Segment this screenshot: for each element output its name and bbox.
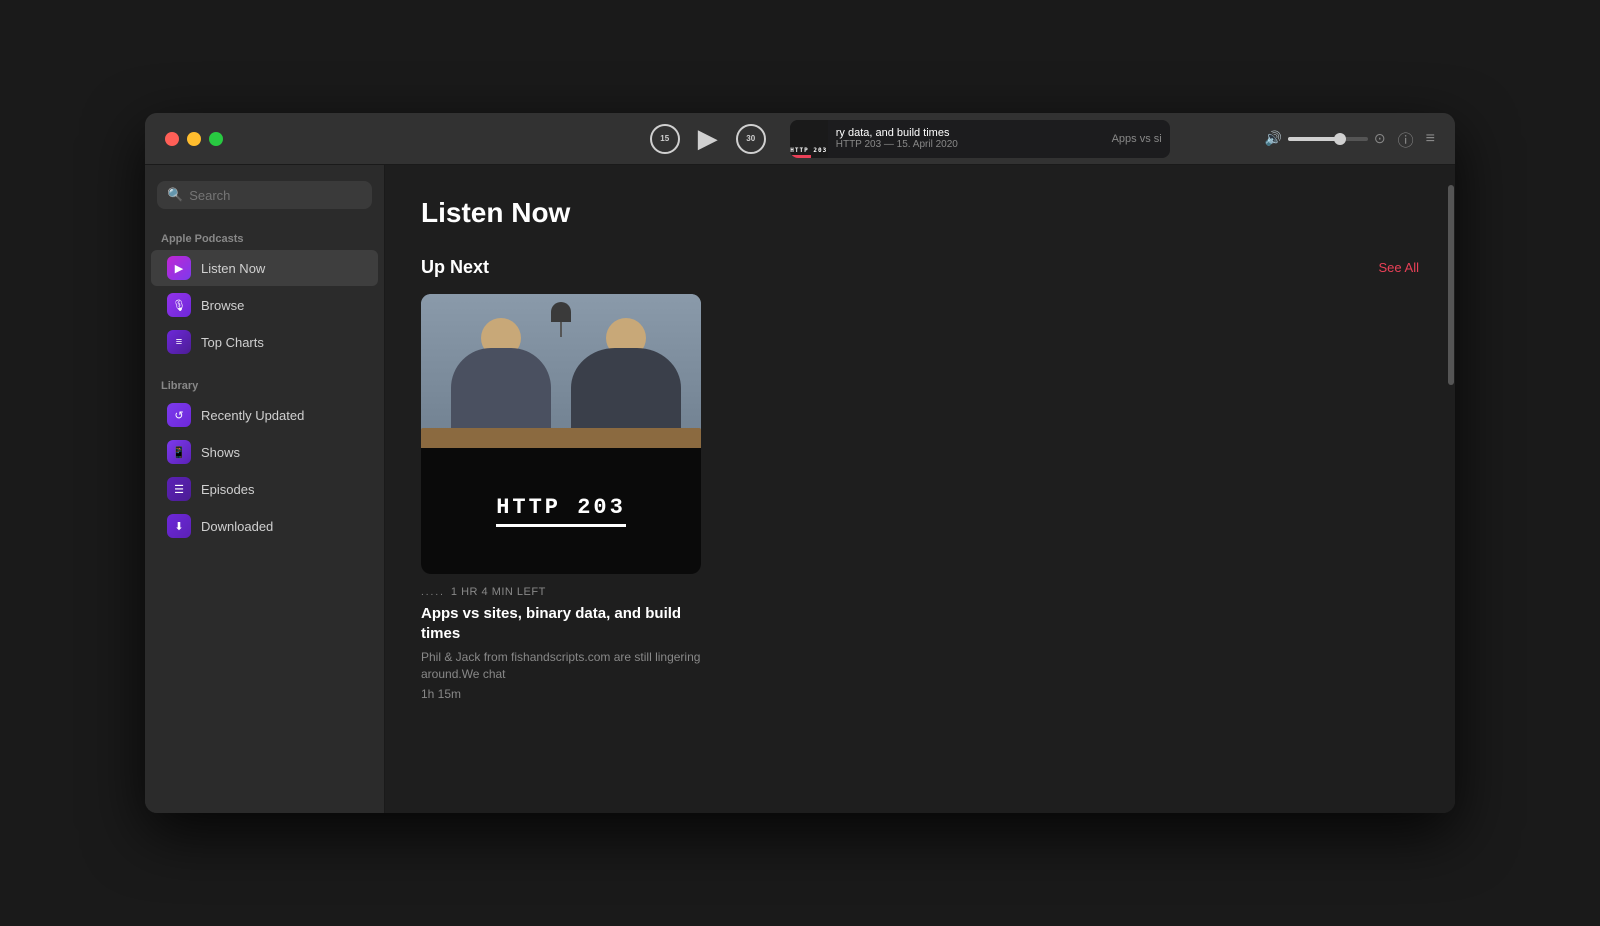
playback-controls: 15 ▶ 30	[650, 123, 766, 154]
main-area: 🔍 Apple Podcasts ▶ Listen Now 🎙 Browse ≡	[145, 165, 1455, 813]
volume-area: 🔊 ⊙	[1264, 130, 1385, 147]
np-show-code: HTTP 203	[790, 147, 827, 154]
listen-now-label: Listen Now	[201, 261, 265, 276]
titlebar-right: 🔊 ⊙ ⓘ ≡	[1264, 127, 1455, 151]
episode-card[interactable]: HTTP 203 ..... 1 HR 4 MIN LEFT Apps vs s…	[421, 294, 701, 701]
episode-thumbnail: HTTP 203	[421, 294, 701, 574]
sidebar-item-episodes[interactable]: ☰ Episodes	[151, 471, 378, 507]
forward-button[interactable]: 30	[736, 124, 766, 154]
search-input[interactable]	[189, 188, 362, 203]
up-next-title: Up Next	[421, 257, 489, 278]
scrollbar-track[interactable]	[1447, 165, 1455, 813]
downloaded-label: Downloaded	[201, 519, 273, 534]
episode-dots: .....	[421, 587, 445, 598]
sidebar-item-shows[interactable]: 📱 Shows	[151, 434, 378, 470]
play-button[interactable]: ▶	[698, 123, 718, 154]
app-window: 15 ▶ 30 HTTP 203 ry data	[145, 113, 1455, 813]
search-icon: 🔍	[167, 187, 183, 203]
top-charts-label: Top Charts	[201, 335, 264, 350]
page-title: Listen Now	[421, 197, 1419, 229]
scrollbar-thumb	[1448, 185, 1454, 385]
titlebar: 15 ▶ 30 HTTP 203 ry data	[145, 113, 1455, 165]
search-box[interactable]: 🔍	[157, 181, 372, 209]
episodes-icon: ☰	[167, 477, 191, 501]
volume-fill	[1288, 137, 1340, 141]
sidebar-item-top-charts[interactable]: ≡ Top Charts	[151, 324, 378, 360]
sidebar-item-recently-updated[interactable]: ↺ Recently Updated	[151, 397, 378, 433]
info-icon[interactable]: ⓘ	[1398, 127, 1414, 151]
see-all-button[interactable]: See All	[1379, 260, 1419, 275]
volume-thumb	[1334, 133, 1346, 145]
shows-label: Shows	[201, 445, 240, 460]
top-charts-icon: ≡	[167, 330, 191, 354]
np-title: ry data, and build times	[836, 127, 1104, 139]
main-content: Listen Now Up Next See All	[385, 165, 1455, 813]
shows-icon: 📱	[167, 440, 191, 464]
now-playing-thumbnail: HTTP 203	[790, 120, 828, 158]
episode-time-left: 1 HR 4 MIN LEFT	[451, 586, 546, 598]
now-playing-widget[interactable]: HTTP 203 ry data, and build times HTTP 2…	[790, 120, 1170, 158]
rewind-button[interactable]: 15	[650, 124, 680, 154]
now-playing-info: ry data, and build times HTTP 203 — 15. …	[828, 127, 1112, 150]
airplay-icon[interactable]: ⊙	[1374, 130, 1386, 147]
maximize-button[interactable]	[209, 132, 223, 146]
rewind-label: 15	[660, 134, 669, 143]
episode-title[interactable]: Apps vs sites, binary data, and build ti…	[421, 604, 701, 643]
forward-label: 30	[746, 134, 755, 143]
episode-duration: 1h 15m	[421, 687, 701, 701]
show-logo: HTTP 203	[496, 495, 626, 527]
recently-updated-icon: ↺	[167, 403, 191, 427]
titlebar-center: 15 ▶ 30 HTTP 203 ry data	[555, 120, 1264, 158]
traffic-lights	[145, 132, 555, 146]
episodes-label: Episodes	[201, 482, 254, 497]
up-next-section-header: Up Next See All	[421, 257, 1419, 278]
minimize-button[interactable]	[187, 132, 201, 146]
episode-description: Phil & Jack from fishandscripts.com are …	[421, 649, 701, 683]
downloaded-icon: ⬇	[167, 514, 191, 538]
sidebar-item-downloaded[interactable]: ⬇ Downloaded	[151, 508, 378, 544]
sidebar: 🔍 Apple Podcasts ▶ Listen Now 🎙 Browse ≡	[145, 165, 385, 813]
np-next: Apps vs si	[1112, 133, 1170, 145]
browse-label: Browse	[201, 298, 244, 313]
listen-now-icon: ▶	[167, 256, 191, 280]
queue-icon[interactable]: ≡	[1426, 130, 1435, 148]
progress-bar	[790, 155, 811, 158]
volume-icon: 🔊	[1264, 130, 1281, 147]
close-button[interactable]	[165, 132, 179, 146]
np-subtitle: HTTP 203 — 15. April 2020	[836, 139, 1104, 150]
apple-podcasts-section: Apple Podcasts	[145, 225, 384, 249]
episode-meta: ..... 1 HR 4 MIN LEFT	[421, 586, 701, 598]
library-section: Library	[145, 372, 384, 396]
sidebar-item-listen-now[interactable]: ▶ Listen Now	[151, 250, 378, 286]
recently-updated-label: Recently Updated	[201, 408, 304, 423]
volume-slider[interactable]	[1288, 137, 1368, 141]
browse-icon: 🎙	[167, 293, 191, 317]
sidebar-item-browse[interactable]: 🎙 Browse	[151, 287, 378, 323]
